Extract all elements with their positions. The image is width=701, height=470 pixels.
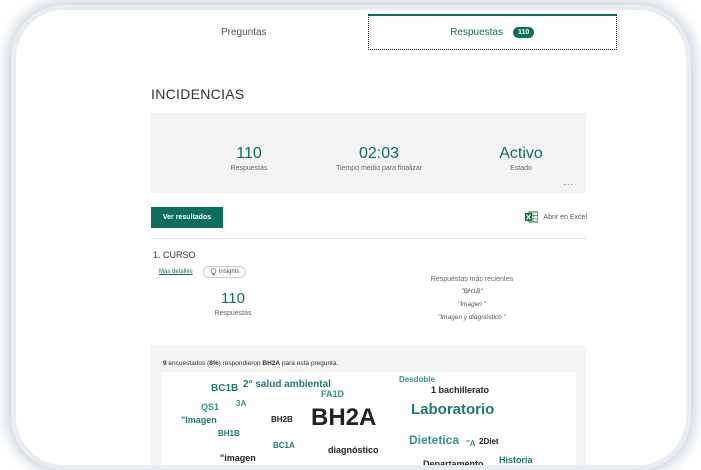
insights-button[interactable]: Insights: [202, 266, 247, 278]
caption-percent: 8%: [209, 360, 219, 367]
stat-avg-time-value: 02:03: [358, 145, 400, 162]
responses-page: INCIDENCIAS 110 Respuestas 02:03 Tiempo …: [137, 50, 599, 465]
word-cloud-word: 3A: [236, 399, 247, 408]
more-options-button[interactable]: ...: [563, 177, 574, 187]
question-responses-label: Respuestas: [214, 310, 252, 317]
section-divider: [151, 238, 586, 239]
caption-word: BH2A: [262, 360, 281, 367]
word-cloud-word: "A: [466, 439, 476, 448]
question-title: 1. CURSO: [153, 250, 196, 260]
word-cloud: BC1B 2° salud ambiental FA1D Desdoble 1 bach…: [161, 372, 576, 465]
responses-count-badge: 110: [513, 27, 535, 38]
stat-status-label: Estado: [510, 165, 532, 172]
tab-respuestas-label: Respuestas: [450, 27, 503, 38]
word-cloud-word: BC1A: [273, 441, 295, 450]
stat-avg-time: 02:03 Tiempo medio para finalizar: [319, 145, 439, 172]
window-frame: Preguntas Respuestas 110 INCIDENCIAS 110…: [16, 10, 686, 465]
recent-responses-title: Respuestas más recientes: [430, 276, 514, 283]
form-title: INCIDENCIAS: [151, 86, 245, 102]
caption-text-3: para esta pregunta.: [280, 360, 339, 367]
tab-respuestas[interactable]: Respuestas 110: [367, 14, 617, 50]
word-cloud-word: Dietetica: [409, 433, 460, 447]
stat-responses: 110 Respuestas: [213, 145, 285, 172]
excel-icon: [525, 211, 539, 223]
caption-text-2: ) respondieron: [218, 360, 263, 367]
recent-response-item: "BH1B": [461, 288, 483, 295]
word-cloud-word: Historia: [499, 455, 533, 465]
recent-response-item: "Imagen y diagnóstico ": [438, 314, 506, 321]
stat-responses-label: Respuestas: [230, 165, 268, 172]
stage: Preguntas Respuestas 110 INCIDENCIAS 110…: [0, 0, 701, 470]
summary-panel: 110 Respuestas 02:03 Tiempo medio para f…: [151, 113, 586, 193]
word-cloud-word: "imagen: [220, 453, 256, 463]
question-response-count: 110 Respuestas: [193, 290, 273, 317]
word-cloud-panel: 9 encuestados (8%) respondieron BH2A par…: [151, 346, 586, 465]
stat-responses-value: 110: [236, 145, 262, 162]
word-cloud-word: 2° salud ambiental: [243, 379, 331, 390]
word-cloud-word: Departamento: [423, 459, 484, 466]
word-cloud-word: 2Diet: [479, 437, 499, 446]
more-details-link[interactable]: Más detalles: [159, 269, 193, 275]
word-cloud-word: FA1D: [321, 389, 345, 399]
word-cloud-word: BH1B: [218, 429, 240, 438]
word-cloud-caption: 9 encuestados (8%) respondieron BH2A par…: [163, 360, 338, 367]
question-responses-value: 110: [221, 290, 245, 307]
word-cloud-word: Desdoble: [399, 375, 436, 384]
recent-response-item: "Imagen ": [457, 301, 487, 308]
word-cloud-word: QS1: [201, 402, 220, 412]
word-cloud-word: BH2B: [271, 415, 293, 424]
word-cloud-word: Laboratorio: [411, 401, 495, 418]
word-cloud-word: diagnóstico: [328, 445, 379, 455]
tab-preguntas-label: Preguntas: [220, 26, 267, 38]
word-cloud-word: "Imagen: [181, 415, 217, 425]
stat-status: Activo Estado: [485, 145, 557, 172]
word-cloud-word: BH2A: [311, 404, 377, 431]
insights-label: Insights: [218, 269, 240, 275]
word-cloud-word: BC1B: [211, 383, 239, 394]
question-links: Más detalles Insights: [159, 266, 247, 278]
view-results-button[interactable]: Ver resultados: [151, 207, 223, 228]
stat-status-value: Activo: [499, 145, 543, 162]
recent-responses: Respuestas más recientes "BH1B" "Imagen …: [382, 276, 562, 327]
open-excel-label: Abrir en Excel: [543, 213, 587, 221]
lightbulb-icon: [210, 268, 216, 276]
caption-text-1: encuestados (: [166, 360, 210, 367]
word-cloud-word: 1 bachillerato: [431, 385, 490, 395]
tab-bar: Preguntas Respuestas 110: [120, 14, 617, 50]
open-excel-link[interactable]: Abrir en Excel: [525, 211, 587, 223]
stat-avg-time-label: Tiempo medio para finalizar: [335, 165, 423, 172]
tab-preguntas[interactable]: Preguntas: [120, 14, 368, 50]
